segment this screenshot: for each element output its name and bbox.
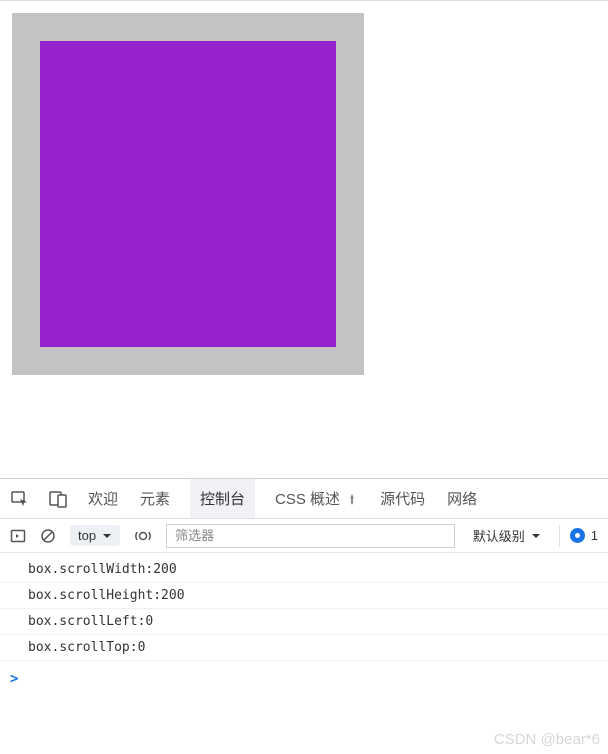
tab-network[interactable]: 网络 xyxy=(445,479,479,518)
chevron-down-icon xyxy=(102,531,112,541)
watermark: CSDN @bear*6 xyxy=(494,731,600,748)
tab-console[interactable]: 控制台 xyxy=(190,479,255,518)
level-label: 默认级别 xyxy=(473,526,525,545)
tab-elements[interactable]: 元素 xyxy=(138,479,172,518)
context-label: top xyxy=(78,528,96,543)
inspect-element-icon[interactable] xyxy=(10,489,30,509)
filter-input[interactable] xyxy=(166,524,455,548)
tab-welcome[interactable]: 欢迎 xyxy=(86,479,120,518)
issue-dot-icon xyxy=(570,528,585,543)
live-expression-icon[interactable] xyxy=(134,528,152,544)
context-selector[interactable]: top xyxy=(70,525,120,546)
console-line: box.scrollHeight:200 xyxy=(0,583,608,609)
prompt-caret-icon: > xyxy=(10,671,18,687)
console-line: box.scrollWidth:200 xyxy=(0,557,608,583)
issues-count: 1 xyxy=(591,528,598,543)
pin-icon xyxy=(346,493,358,505)
inner-box xyxy=(40,41,336,347)
console-line: box.scrollLeft:0 xyxy=(0,609,608,635)
console-output: box.scrollWidth:200 box.scrollHeight:200… xyxy=(0,553,608,665)
console-prompt[interactable]: > xyxy=(0,665,608,693)
devtools-panel: 欢迎 元素 控制台 CSS 概述 源代码 网络 top xyxy=(0,478,608,693)
page-viewport xyxy=(0,0,608,478)
tab-label: CSS 概述 xyxy=(275,488,340,509)
sidebar-toggle-icon[interactable] xyxy=(10,528,26,544)
device-toggle-icon[interactable] xyxy=(48,489,68,509)
devtools-tabs: 欢迎 元素 控制台 CSS 概述 源代码 网络 xyxy=(0,479,608,519)
console-toolbar: top 默认级别 1 xyxy=(0,519,608,553)
outer-box xyxy=(12,13,364,375)
log-level-selector[interactable]: 默认级别 xyxy=(469,526,545,545)
tab-sources[interactable]: 源代码 xyxy=(378,479,427,518)
tab-css-overview[interactable]: CSS 概述 xyxy=(273,479,360,518)
chevron-down-icon xyxy=(531,531,541,541)
issues-badge[interactable]: 1 xyxy=(559,525,598,547)
console-line: box.scrollTop:0 xyxy=(0,635,608,661)
clear-console-icon[interactable] xyxy=(40,528,56,544)
